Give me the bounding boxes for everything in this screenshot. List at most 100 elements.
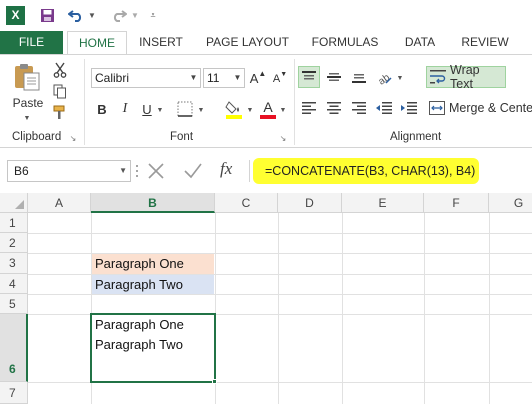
align-right-icon[interactable] — [348, 98, 370, 118]
undo-icon[interactable] — [65, 4, 87, 26]
cell-b6-line-1: Paragraph One — [95, 317, 184, 332]
underline-button[interactable]: U — [139, 100, 155, 118]
bold-button[interactable]: B — [94, 100, 110, 118]
italic-button[interactable]: I — [117, 100, 133, 118]
borders-dropdown-icon[interactable]: ▼ — [196, 101, 206, 119]
orientation-icon[interactable]: ab — [373, 66, 395, 88]
formula-buttons: fx — [137, 159, 247, 183]
font-name-combo[interactable]: Calibri ▼ — [91, 68, 201, 88]
column-header-g[interactable]: G — [489, 193, 532, 213]
column-header-c[interactable]: C — [215, 193, 278, 213]
gridline — [28, 233, 532, 234]
row-header-7[interactable]: 7 — [0, 382, 28, 404]
row-header-4[interactable]: 4 — [0, 274, 28, 294]
ribbon-home: Paste ▼ Clipboard ↘ Calibri ▼ 11 ▼ A ▲ A ▼… — [0, 54, 532, 148]
customize-qat-icon[interactable]: ⩡ — [146, 4, 160, 26]
column-header-e[interactable]: E — [342, 193, 424, 213]
name-box[interactable]: B6 ▼ — [7, 160, 131, 182]
ribbon-tabs: FILE HOME INSERT PAGE LAYOUT FORMULAS DA… — [0, 31, 532, 55]
formula-input[interactable]: =CONCATENATE(B3, CHAR(13), B4) — [253, 158, 479, 184]
cut-icon[interactable] — [51, 61, 69, 79]
tab-page-layout[interactable]: PAGE LAYOUT — [200, 31, 295, 54]
shrink-font-button[interactable]: A ▼ — [272, 69, 288, 89]
font-color-label: A — [263, 98, 273, 115]
tab-review[interactable]: REVIEW — [455, 31, 515, 54]
quick-access-toolbar: X ▼ ▼ ⩡ — [0, 0, 532, 31]
column-header-f[interactable]: F — [424, 193, 489, 213]
row-header-3[interactable]: 3 — [0, 253, 28, 274]
chevron-down-icon[interactable]: ▼ — [119, 161, 127, 181]
gridline — [278, 213, 279, 404]
tab-insert[interactable]: INSERT — [132, 31, 190, 54]
paste-button[interactable]: Paste — [8, 95, 48, 111]
tab-formulas[interactable]: FORMULAS — [305, 31, 385, 54]
grow-font-arrow-icon: ▲ — [258, 68, 267, 78]
chevron-down-icon[interactable]: ▼ — [187, 69, 200, 87]
gridline — [342, 213, 343, 404]
formula-bar: B6 ▼ fx =CONCATENATE(B3, CHAR(13), B4) — [0, 149, 532, 193]
align-bottom-icon[interactable] — [348, 66, 370, 88]
align-left-icon[interactable] — [298, 98, 320, 118]
font-group-label: Font — [170, 131, 194, 143]
tab-file[interactable]: FILE — [0, 31, 63, 54]
group-divider — [294, 59, 295, 145]
align-middle-icon[interactable] — [323, 66, 345, 88]
tab-home[interactable]: HOME — [67, 31, 127, 55]
clipboard-launcher-icon[interactable]: ↘ — [68, 133, 78, 143]
row-header-6[interactable]: 6 — [0, 314, 28, 382]
clipboard-group-label: Clipboard — [12, 131, 62, 143]
underline-dropdown-icon[interactable]: ▼ — [155, 101, 165, 119]
grow-font-button[interactable]: A ▲ — [250, 68, 267, 88]
shrink-font-label: A — [272, 73, 281, 85]
column-header-a[interactable]: A — [28, 193, 91, 213]
paste-icon[interactable] — [10, 61, 44, 93]
borders-icon[interactable] — [174, 99, 196, 119]
group-divider — [84, 59, 85, 145]
font-name-value: Calibri — [95, 71, 130, 85]
orientation-dropdown-icon[interactable]: ▼ — [395, 70, 405, 86]
increase-indent-icon[interactable] — [398, 98, 420, 118]
worksheet-grid[interactable]: A B C D E F G 1 2 3 4 5 6 7 Paragraph On… — [0, 193, 532, 404]
fill-color-icon[interactable] — [223, 98, 245, 120]
cancel-icon[interactable] — [147, 162, 165, 183]
align-top-icon[interactable] — [298, 66, 320, 88]
redo-icon[interactable] — [108, 4, 130, 26]
enter-icon[interactable] — [183, 162, 203, 183]
column-header-b[interactable]: B — [91, 193, 215, 213]
font-color-dropdown-icon[interactable]: ▼ — [278, 101, 288, 119]
merge-center-label: Merge & Center — [449, 101, 532, 115]
font-color-button[interactable]: A — [258, 98, 278, 120]
wrap-text-icon — [430, 70, 446, 84]
cell-b3[interactable]: Paragraph One — [92, 254, 214, 274]
excel-icon: X — [6, 6, 25, 25]
decrease-indent-icon[interactable] — [373, 98, 395, 118]
row-header-5[interactable]: 5 — [0, 294, 28, 314]
format-painter-icon[interactable] — [51, 103, 69, 121]
cell-b4[interactable]: Paragraph Two — [92, 275, 214, 294]
column-header-d[interactable]: D — [278, 193, 342, 213]
row-header-2[interactable]: 2 — [0, 233, 28, 253]
wrap-text-button[interactable]: Wrap Text — [426, 63, 506, 91]
font-size-combo[interactable]: 11 ▼ — [203, 68, 245, 88]
select-all-button[interactable] — [0, 193, 28, 213]
fill-color-dropdown-icon[interactable]: ▼ — [245, 101, 255, 119]
redo-dropdown-icon[interactable]: ▼ — [129, 4, 141, 26]
font-launcher-icon[interactable]: ↘ — [278, 133, 288, 143]
save-icon[interactable] — [36, 4, 58, 26]
copy-icon[interactable] — [51, 82, 69, 100]
align-center-icon[interactable] — [323, 98, 345, 118]
gridline — [28, 294, 532, 295]
alignment-group-label: Alignment — [390, 131, 442, 143]
row-header-1[interactable]: 1 — [0, 213, 28, 233]
fill-handle[interactable] — [212, 379, 217, 384]
insert-function-button[interactable]: fx — [220, 159, 232, 179]
tab-data[interactable]: DATA — [397, 31, 443, 54]
shrink-font-arrow-icon: ▼ — [280, 70, 288, 78]
undo-dropdown-icon[interactable]: ▼ — [86, 4, 98, 26]
wrap-text-label: Wrap Text — [450, 63, 480, 91]
name-box-value: B6 — [14, 164, 29, 178]
paste-dropdown-icon[interactable]: ▼ — [20, 113, 34, 123]
chevron-down-icon[interactable]: ▼ — [231, 69, 244, 87]
cell-b6-line-2: Paragraph Two — [95, 337, 183, 352]
merge-center-button[interactable]: Merge & Center — [426, 98, 532, 118]
